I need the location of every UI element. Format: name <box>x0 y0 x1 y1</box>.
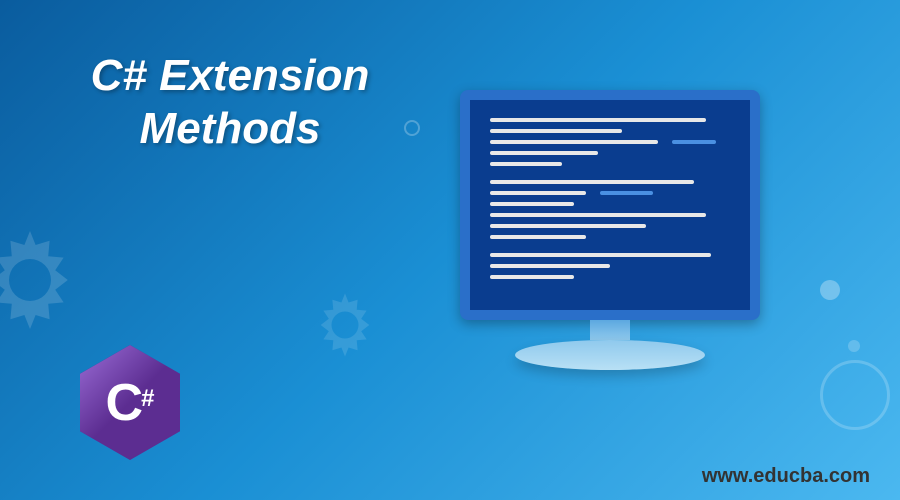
page-title: C# Extension Methods <box>40 50 420 156</box>
code-line <box>490 118 730 122</box>
website-url: www.educba.com <box>702 465 870 488</box>
circle-decoration <box>848 340 860 352</box>
code-line <box>490 129 730 133</box>
code-line <box>490 151 730 155</box>
gear-decoration-small <box>300 280 390 370</box>
code-line <box>490 264 730 268</box>
monitor-screen <box>460 90 760 320</box>
code-line <box>490 202 730 206</box>
logo-hexagon: C # <box>80 345 180 460</box>
code-line <box>490 235 730 239</box>
monitor-illustration <box>440 90 780 410</box>
circle-decoration <box>820 280 840 300</box>
title-line-1: C# Extension <box>91 51 370 100</box>
code-line <box>490 213 730 217</box>
code-line <box>490 162 730 166</box>
code-line <box>490 275 730 279</box>
title-line-2: Methods <box>140 104 321 153</box>
logo-text: C # <box>106 373 155 433</box>
monitor-base <box>515 340 705 370</box>
code-line <box>490 180 730 184</box>
monitor-neck <box>590 320 630 340</box>
csharp-logo: C # <box>80 345 180 460</box>
logo-hash-symbol: # <box>141 385 154 413</box>
circle-decoration <box>820 360 890 430</box>
code-line <box>490 191 730 195</box>
code-line <box>490 224 730 228</box>
code-line <box>490 140 730 144</box>
gear-decoration-large <box>0 210 100 350</box>
logo-letter-c: C <box>106 373 144 433</box>
code-line <box>490 253 730 257</box>
